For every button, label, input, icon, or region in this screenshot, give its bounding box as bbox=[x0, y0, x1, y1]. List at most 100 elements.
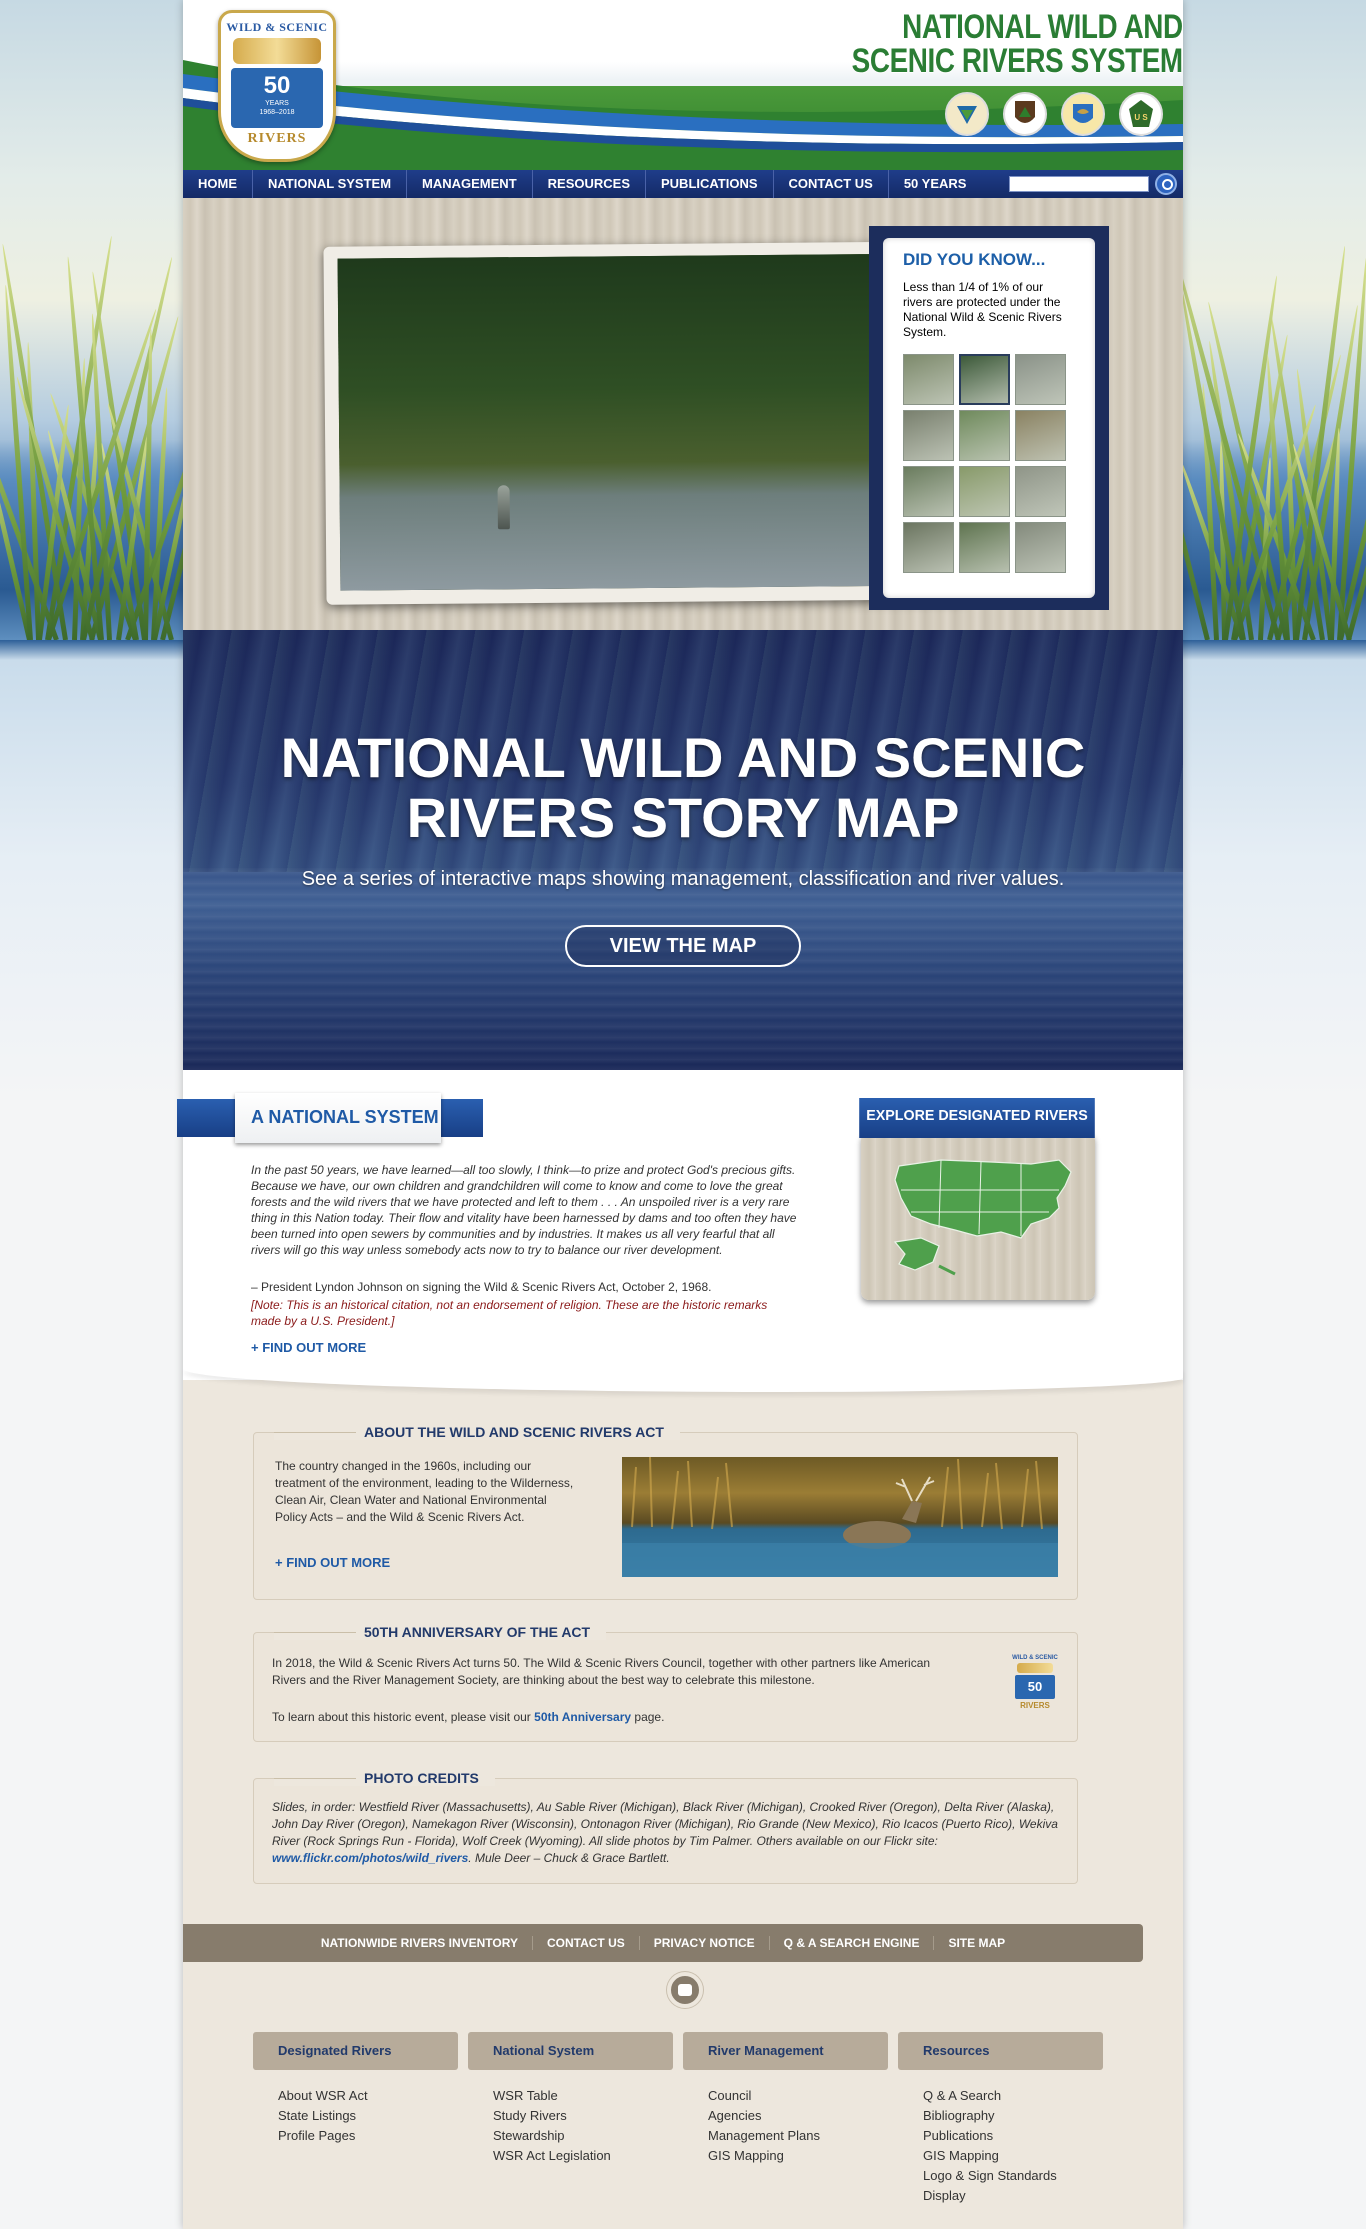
quote-note: [Note: This is an historical citation, n… bbox=[251, 1298, 768, 1328]
agency-logos: U S bbox=[945, 92, 1163, 136]
footer-link-nationwide-rivers-inventory[interactable]: NATIONWIDE RIVERS INVENTORY bbox=[307, 1936, 533, 1950]
footer-link[interactable]: Study Rivers bbox=[468, 2106, 673, 2126]
national-system-section: A NATIONAL SYSTEM In the past 50 years, … bbox=[177, 1070, 1183, 1392]
nav-national-system[interactable]: NATIONAL SYSTEM bbox=[253, 170, 408, 198]
story-map-title: NATIONAL WILD AND SCENIC RIVERS STORY MA… bbox=[183, 728, 1183, 848]
did-you-know-text: Less than 1/4 of 1% of our rivers are pr… bbox=[903, 280, 1062, 339]
footer-link[interactable]: Display bbox=[898, 2186, 1103, 2206]
torn-paper-edge bbox=[183, 1368, 1183, 1392]
footer-link[interactable]: Council bbox=[683, 2086, 888, 2106]
footer-link[interactable]: Bibliography bbox=[898, 2106, 1103, 2126]
footer-link[interactable]: Profile Pages bbox=[253, 2126, 458, 2146]
story-map-title-line2: RIVERS STORY MAP bbox=[406, 786, 960, 849]
nav-50-years[interactable]: 50 YEARS bbox=[889, 170, 982, 198]
slideshow-area: DID YOU KNOW... Less than 1/4 of 1% of o… bbox=[183, 198, 1183, 630]
slide-thumbnail[interactable] bbox=[1015, 410, 1066, 461]
anniversary-logo: WILD & SCENIC 50 RIVERS bbox=[1011, 1655, 1059, 1721]
footer-column-heading[interactable]: Designated Rivers bbox=[253, 2032, 458, 2070]
story-map-water-backdrop bbox=[183, 867, 1183, 1070]
slide-thumbnail[interactable] bbox=[959, 410, 1010, 461]
nav-management[interactable]: MANAGEMENT bbox=[407, 170, 533, 198]
anniversary-box: 50TH ANNIVERSARY OF THE ACT In 2018, the… bbox=[253, 1624, 1078, 1742]
view-the-map-button[interactable]: VIEW THE MAP bbox=[565, 925, 801, 967]
footer-link[interactable]: Management Plans bbox=[683, 2126, 888, 2146]
footer-link[interactable]: Stewardship bbox=[468, 2126, 673, 2146]
footer-link[interactable]: Logo & Sign Standards bbox=[898, 2166, 1103, 2186]
slide-thumbnail[interactable] bbox=[1015, 466, 1066, 517]
slide-thumbnails bbox=[903, 354, 1075, 573]
footer-link[interactable]: WSR Act Legislation bbox=[468, 2146, 673, 2166]
slide-thumbnail[interactable] bbox=[959, 522, 1010, 573]
footer-column-heading[interactable]: National System bbox=[468, 2032, 673, 2070]
national-system-heading: A NATIONAL SYSTEM bbox=[235, 1093, 441, 1143]
site-title-line1: NATIONAL WILD AND bbox=[902, 8, 1183, 46]
nav-contact-us[interactable]: CONTACT US bbox=[774, 170, 889, 198]
quote-source: – President Lyndon Johnson on signing th… bbox=[251, 1280, 712, 1294]
nps-icon[interactable] bbox=[1003, 92, 1047, 136]
footer-column-heading[interactable]: River Management bbox=[683, 2032, 888, 2070]
national-system-find-out-more-link[interactable]: + FIND OUT MORE bbox=[251, 1340, 366, 1355]
explore-designated-rivers-label[interactable]: EXPLORE DESIGNATED RIVERS bbox=[859, 1098, 1095, 1138]
story-map-title-line1: NATIONAL WILD AND SCENIC bbox=[280, 726, 1086, 789]
footer-link-privacy-notice[interactable]: PRIVACY NOTICE bbox=[640, 1936, 770, 1950]
slide-thumbnail[interactable] bbox=[959, 354, 1010, 405]
anniversary-logo-bottom: RIVERS bbox=[1020, 1701, 1050, 1710]
footer-column-heading[interactable]: Resources bbox=[898, 2032, 1103, 2070]
did-you-know-title: DID YOU KNOW... bbox=[903, 250, 1046, 269]
about-act-find-out-more-link[interactable]: + FIND OUT MORE bbox=[275, 1555, 390, 1570]
nav-resources[interactable]: RESOURCES bbox=[533, 170, 646, 198]
footer-link[interactable]: Q & A Search bbox=[898, 2086, 1103, 2106]
site-title-line2: SCENIC RIVERS SYSTEM bbox=[851, 42, 1183, 80]
slide-thumbnail[interactable] bbox=[959, 466, 1010, 517]
footer-link[interactable]: State Listings bbox=[253, 2106, 458, 2126]
background-reeds-right bbox=[1183, 0, 1366, 640]
explore-map-board bbox=[861, 1132, 1095, 1300]
search-icon[interactable] bbox=[1155, 173, 1177, 195]
nav-home[interactable]: HOME bbox=[183, 170, 253, 198]
anniversary-page-link[interactable]: 50th Anniversary bbox=[534, 1710, 631, 1724]
anniversary-link-paragraph: To learn about this historic event, plea… bbox=[272, 1710, 664, 1724]
footer-link[interactable]: Publications bbox=[898, 2126, 1103, 2146]
logo-dates: 1968–2018 bbox=[259, 109, 295, 116]
flickr-link[interactable]: www.flickr.com/photos/wild_rivers bbox=[272, 1851, 468, 1865]
footer-link[interactable]: About WSR Act bbox=[253, 2086, 458, 2106]
footer-link[interactable]: GIS Mapping bbox=[898, 2146, 1103, 2166]
slide-thumbnail[interactable] bbox=[903, 522, 954, 573]
usfs-icon-text: U S bbox=[1134, 113, 1148, 122]
photo-credits-box: PHOTO CREDITS Slides, in order: Westfiel… bbox=[253, 1770, 1078, 1884]
slide-thumbnail[interactable] bbox=[903, 410, 954, 461]
usa-map-icon bbox=[893, 1159, 1072, 1276]
anniversary-p2-after: page. bbox=[631, 1710, 665, 1724]
slide-thumbnail[interactable] bbox=[1015, 522, 1066, 573]
footer-link-qa-search-engine[interactable]: Q & A SEARCH ENGINE bbox=[770, 1936, 935, 1950]
footer-link-contact-us[interactable]: CONTACT US bbox=[533, 1936, 640, 1950]
explore-designated-rivers-widget[interactable]: EXPLORE DESIGNATED RIVERS bbox=[853, 1098, 1101, 1304]
photo-credits-title: PHOTO CREDITS bbox=[274, 1770, 495, 1786]
logo-bottom-text: RIVERS bbox=[247, 131, 307, 146]
story-map-banner: NATIONAL WILD AND SCENIC RIVERS STORY MA… bbox=[183, 630, 1183, 1070]
usfs-icon[interactable]: U S bbox=[1119, 92, 1163, 136]
slide-thumbnail[interactable] bbox=[903, 354, 954, 405]
about-act-text: The country changed in the 1960s, includ… bbox=[275, 1459, 574, 1524]
slide-thumbnail[interactable] bbox=[903, 466, 954, 517]
logo-top-text: WILD & SCENIC bbox=[226, 20, 328, 34]
wild-scenic-rivers-50-logo[interactable]: WILD & SCENIC 50 YEARS 1968–2018 RIVERS bbox=[218, 10, 336, 162]
blm-icon[interactable] bbox=[945, 92, 989, 136]
slideshow-photo[interactable] bbox=[337, 253, 951, 591]
anniversary-logo-top: WILD & SCENIC bbox=[1012, 1655, 1058, 1661]
anniversary-p2-before: To learn about this historic event, plea… bbox=[272, 1710, 535, 1724]
footer-link[interactable]: Agencies bbox=[683, 2106, 888, 2126]
footer-link[interactable]: GIS Mapping bbox=[683, 2146, 888, 2166]
footer-link-site-map[interactable]: SITE MAP bbox=[934, 1936, 1019, 1950]
site-title: NATIONAL WILD AND SCENIC RIVERS SYSTEM bbox=[852, 10, 1183, 78]
fws-icon[interactable] bbox=[1061, 92, 1105, 136]
photo-credits-body: Slides, in order: Westfield River (Massa… bbox=[272, 1800, 1058, 1848]
nav-publications[interactable]: PUBLICATIONS bbox=[646, 170, 774, 198]
footer-chat-icon[interactable] bbox=[667, 1972, 703, 2008]
search-input[interactable] bbox=[1009, 176, 1149, 192]
background-reeds-left bbox=[0, 0, 183, 640]
slide-thumbnail[interactable] bbox=[1015, 354, 1066, 405]
anniversary-logo-number: 50 bbox=[1015, 1675, 1055, 1699]
site-header: WILD & SCENIC 50 YEARS 1968–2018 RIVERS … bbox=[183, 0, 1183, 170]
footer-link[interactable]: WSR Table bbox=[468, 2086, 673, 2106]
